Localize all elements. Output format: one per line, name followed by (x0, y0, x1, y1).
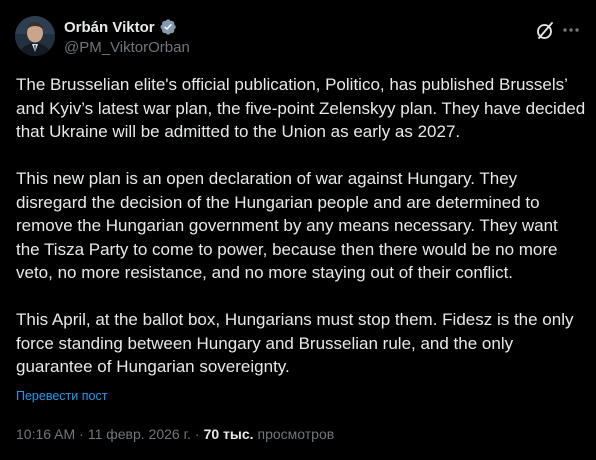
verified-badge-icon[interactable] (159, 18, 177, 36)
post-time[interactable]: 10:16 AM (16, 426, 75, 442)
meta-separator: · (79, 426, 84, 442)
author-handle[interactable]: @PM_ViktorOrban (64, 39, 190, 56)
views-count[interactable]: 70 тыс. (204, 426, 254, 442)
post-text: The Brusselian elite's official publicat… (16, 73, 586, 379)
grok-slash-icon[interactable] (533, 19, 557, 43)
more-ellipsis-icon[interactable] (560, 19, 582, 41)
avatar-portrait-icon (15, 16, 55, 56)
post-container: Orbán Viktor @PM_ViktorOrban The Brussel… (0, 0, 596, 460)
author-display-name[interactable]: Orbán Viktor (64, 19, 155, 36)
post-paragraph: The Brusselian elite's official publicat… (16, 75, 586, 141)
post-paragraph: This new plan is an open declaration of … (16, 169, 558, 282)
post-paragraph: This April, at the ballot box, Hungarian… (16, 310, 574, 376)
post-meta: 10:16 AM · 11 февр. 2026 г. · 70 тыс. пр… (16, 426, 334, 442)
author-name-row: Orbán Viktor (64, 17, 177, 37)
post-date[interactable]: 11 февр. 2026 г. (88, 426, 191, 442)
avatar[interactable] (15, 16, 55, 56)
translate-post-link[interactable]: Перевести пост (16, 389, 107, 403)
meta-separator: · (194, 426, 200, 442)
views-label: просмотров (257, 426, 335, 442)
